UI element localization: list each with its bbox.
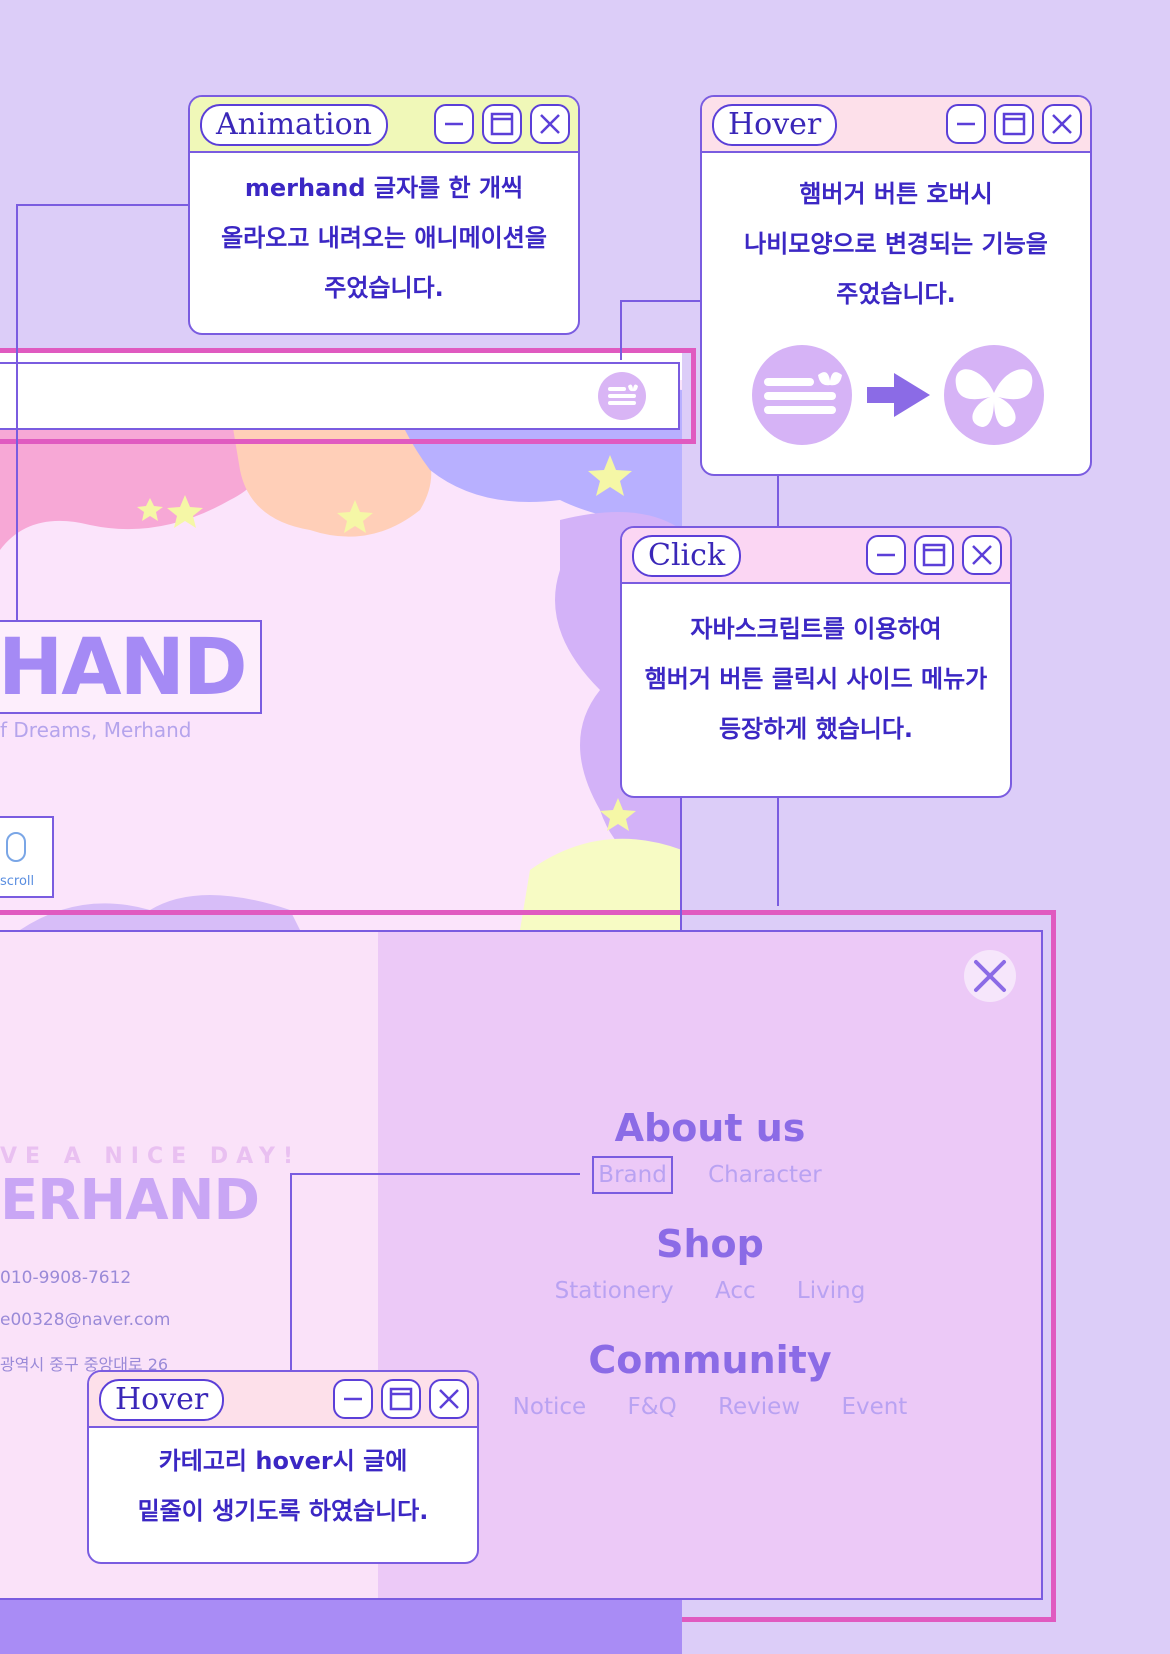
popup-text-line: 주었습니다. [836,280,956,308]
close-icon [1052,114,1072,134]
popup-text-line: 카테고리 hover시 글에 [158,1447,408,1475]
minimize-icon [877,553,895,557]
scroll-indicator[interactable]: scroll [0,816,54,898]
popup-text-line: 햄버거 버튼 호버시 [799,180,993,208]
maximize-icon [490,112,514,136]
maximize-icon [1002,112,1026,136]
maximize-icon [389,1387,413,1411]
popup-text-line: 자바스크립트를 이용하여 [690,615,942,643]
popup-title: Click [632,535,742,577]
scroll-label: scroll [0,874,35,889]
hero-tagline: f Dreams, Merhand [0,718,192,742]
popup-hover-hamburger: Hover 햄버거 버튼 호버시 나비모양으로 변경되는 기능을 주었습니다. [700,95,1092,476]
minimize-button[interactable] [866,535,906,575]
connector-line [680,796,682,930]
popup-title: Hover [712,104,838,146]
popup-text-line: 나비모양으로 변경되는 기능을 [744,230,1048,258]
hover-transition-illustration [752,345,1044,445]
maximize-button[interactable] [994,104,1034,144]
nav-highlight-frame [0,348,696,444]
popup-body: 햄버거 버튼 호버시 나비모양으로 변경되는 기능을 주었습니다. [702,153,1090,319]
popup-body: 카테고리 hover시 글에 밑줄이 생기도록 하였습니다. [89,1428,477,1536]
mouse-icon [6,832,26,862]
connector-line [777,796,779,906]
bottom-strip [0,1600,682,1654]
maximize-icon [922,543,946,567]
hero-logo: HAND [0,623,248,713]
connector-line [16,204,18,622]
close-button[interactable] [530,104,570,144]
popup-animation: Animation merhand 글자를 한 개씩 올라오고 내려오는 애니메… [188,95,580,335]
popup-body: 자바스크립트를 이용하여 햄버거 버튼 클릭시 사이드 메뉴가 등장하게 했습니… [622,584,1010,754]
connector-line [290,1173,580,1175]
minimize-button[interactable] [333,1379,373,1419]
maximize-button[interactable] [381,1379,421,1419]
connector-line [16,204,188,206]
close-button[interactable] [429,1379,469,1419]
popup-text-line: merhand 글자를 한 개씩 [244,174,524,202]
popup-title-bar: Hover [89,1372,477,1428]
minimize-icon [957,122,975,126]
minimize-icon [344,1397,362,1401]
close-icon [439,1389,459,1409]
popup-click: Click 자바스크립트를 이용하여 햄버거 버튼 클릭시 사이드 메뉴가 등장… [620,526,1012,798]
close-icon [540,114,560,134]
popup-text-line: 밑줄이 생기도록 하였습니다. [137,1497,429,1525]
popup-text-line: 올라오고 내려오는 애니메이션을 [221,224,547,252]
minimize-button[interactable] [434,104,474,144]
maximize-button[interactable] [482,104,522,144]
minimize-button[interactable] [946,104,986,144]
popup-text-line: 주었습니다. [324,274,444,302]
popup-text-line: 햄버거 버튼 클릭시 사이드 메뉴가 [644,665,988,693]
popup-title: Animation [200,104,388,146]
close-icon [972,545,992,565]
popup-title-bar: Animation [190,97,578,153]
popup-body: merhand 글자를 한 개씩 올라오고 내려오는 애니메이션을 주었습니다. [190,153,578,313]
popup-title: Hover [99,1379,225,1421]
popup-hover-category: Hover 카테고리 hover시 글에 밑줄이 생기도록 하였습니다. [87,1370,479,1564]
popup-text-line: 등장하게 했습니다. [718,715,914,743]
popup-title-bar: Click [622,528,1010,584]
close-button[interactable] [962,535,1002,575]
maximize-button[interactable] [914,535,954,575]
connector-line [777,474,779,528]
connector-line [620,300,700,302]
connector-line [620,300,622,360]
popup-title-bar: Hover [702,97,1090,153]
connector-line [290,1173,292,1373]
close-button[interactable] [1042,104,1082,144]
minimize-icon [445,122,463,126]
arrow-right-icon [867,373,930,417]
